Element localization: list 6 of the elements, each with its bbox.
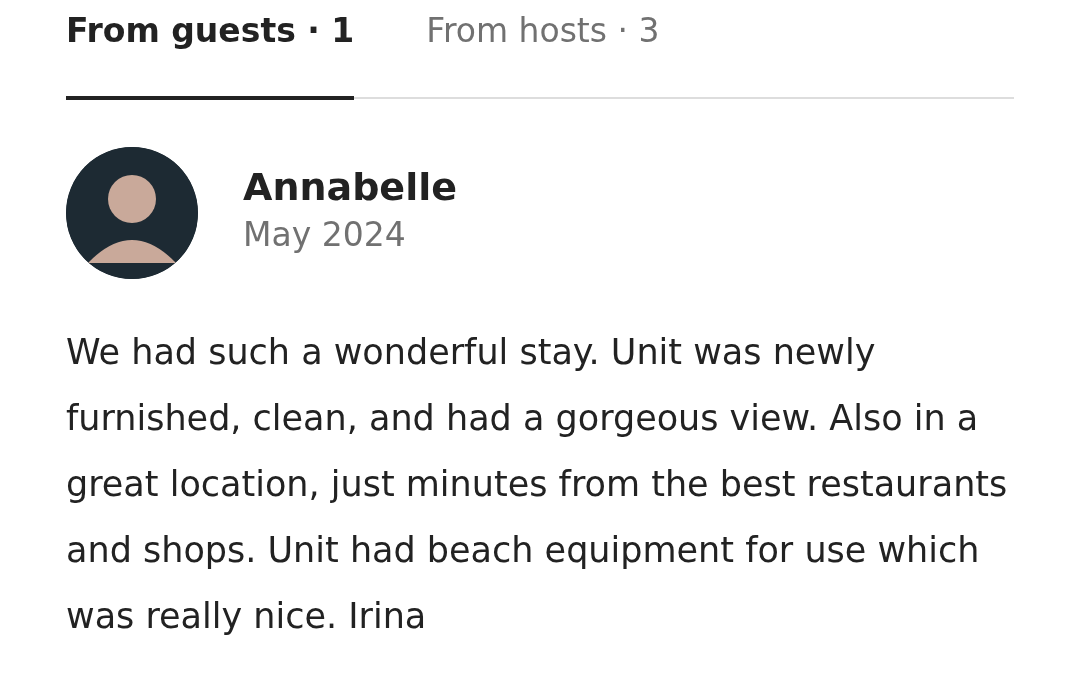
review-text: We had such a wonderful stay. Unit was newly furnished, clean, and had a gorgeous view. Also in a great location, just minutes from the best restaurants and shops. Unit had beach equipment for use which was really nice. Irina: [66, 330, 1009, 638]
avatar-icon: [66, 146, 198, 279]
tab[interactable]: From hosts · 3: [426, 0, 660, 100]
reviewer-name: Annabelle: [243, 165, 457, 210]
review-date: May 2024: [243, 213, 407, 256]
tab[interactable]: From guests · 1: [66, 0, 355, 100]
